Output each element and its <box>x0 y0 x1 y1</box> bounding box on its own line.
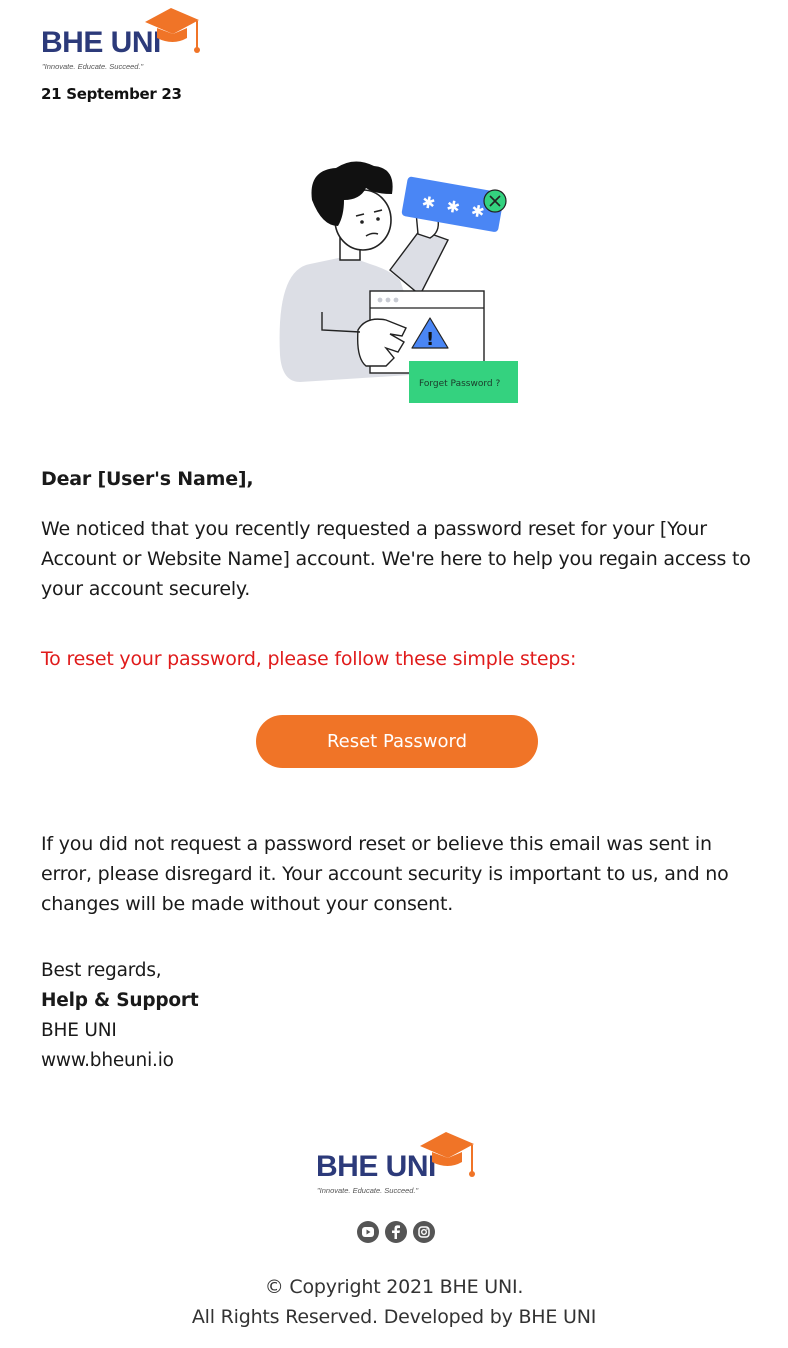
brand-logo[interactable]: BHE UNI "Innovate. Educate. Succeed." <box>41 8 211 74</box>
brand-tagline: "Innovate. Educate. Succeed." <box>42 62 144 71</box>
signature-team: Help & Support <box>41 990 199 1011</box>
footer-rights: All Rights Reserved. Developed by BHE UN… <box>191 1306 597 1328</box>
svg-text:!: ! <box>426 329 434 350</box>
reset-password-button[interactable]: Reset Password <box>256 715 538 768</box>
graduation-cap-icon <box>420 1132 475 1177</box>
footer-copyright: © Copyright 2021 BHE UNI. <box>264 1276 524 1298</box>
signature-regards: Best regards, <box>41 960 162 981</box>
email-date: 21 September 23 <box>41 85 182 103</box>
signature-website[interactable]: www.bheuni.io <box>41 1050 174 1071</box>
greeting: Dear [User's Name], <box>41 468 254 490</box>
illustration-label: Forget Password ? <box>419 379 500 389</box>
graduation-cap-icon <box>145 8 200 53</box>
forgot-password-illustration: ✱ ✱ ✱ ! Forget Password ? <box>279 161 518 403</box>
facebook-icon[interactable] <box>385 1221 407 1243</box>
social-links <box>357 1221 441 1247</box>
signature-company: BHE UNI <box>41 1020 117 1041</box>
steps-instruction: To reset your password, please follow th… <box>41 648 577 670</box>
intro-paragraph: We noticed that you recently requested a… <box>41 518 751 600</box>
instagram-icon[interactable] <box>413 1221 435 1243</box>
youtube-icon[interactable] <box>357 1221 379 1243</box>
disclaimer-paragraph: If you did not request a password reset … <box>41 833 729 915</box>
footer-brand-tagline: "Innovate. Educate. Succeed." <box>317 1186 419 1195</box>
footer-brand-logo[interactable]: BHE UNI "Innovate. Educate. Succeed." <box>316 1132 486 1198</box>
